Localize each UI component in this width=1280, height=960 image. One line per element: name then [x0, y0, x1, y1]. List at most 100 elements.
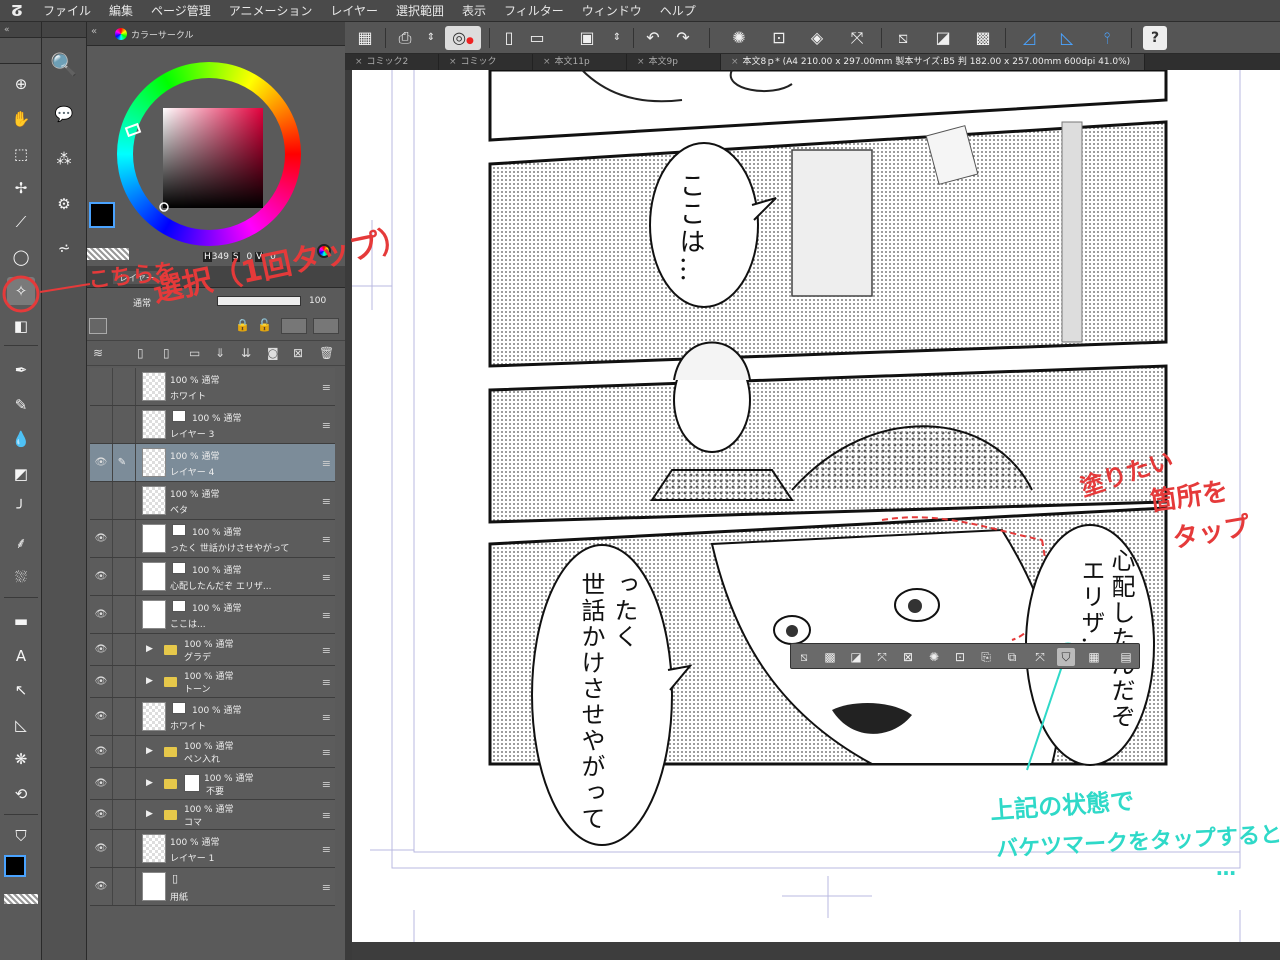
invert-selection-icon[interactable]: ◪: [931, 26, 955, 50]
merge-down-icon[interactable]: ⇊: [241, 346, 251, 360]
layer-row[interactable]: 👁 ▶ 100 % 通常 グラデ ≡: [90, 634, 335, 666]
edit-pen-icon[interactable]: ✎: [116, 457, 128, 469]
lock-icon[interactable]: 🔒: [235, 318, 250, 332]
tab-page9[interactable]: × 本文9p: [627, 54, 721, 70]
eyedropper-tool-icon[interactable]: ⟋: [7, 208, 35, 236]
fb-tone-icon[interactable]: ▦: [1085, 648, 1103, 666]
redo-icon[interactable]: ↷: [671, 26, 695, 50]
eye-icon[interactable]: 👁: [94, 644, 108, 656]
reference-icon[interactable]: [313, 318, 339, 334]
layout-icon[interactable]: ▦: [353, 26, 377, 50]
eye-icon[interactable]: 👁: [94, 609, 108, 621]
delete-layer-icon[interactable]: 🗑: [319, 346, 334, 360]
layer-row[interactable]: 👁 ▶ 100 % 通常 トーン ≡: [90, 666, 335, 698]
eye-icon[interactable]: 👁: [94, 843, 108, 855]
fb-shrink-icon[interactable]: ⊠: [899, 648, 917, 666]
fb-copy-icon[interactable]: ⎘: [977, 648, 995, 666]
opacity-value[interactable]: 100: [309, 296, 326, 306]
canvas-area[interactable]: ここは… 心配したんだぞ エリザ… ったく 世話かけさせやがって: [352, 70, 1280, 942]
clip-icon[interactable]: [281, 318, 307, 334]
layer-menu-icon[interactable]: ≡: [322, 457, 331, 470]
layer-menu-icon[interactable]: ≡: [322, 609, 331, 622]
eye-icon[interactable]: 👁: [94, 571, 108, 583]
eye-icon[interactable]: 👁: [94, 778, 108, 790]
print-icon[interactable]: ⎙: [393, 26, 417, 50]
line-tool-icon[interactable]: ╯: [7, 494, 35, 522]
companion-icon[interactable]: ◎●: [445, 26, 481, 50]
menu-filter[interactable]: フィルター: [495, 0, 573, 22]
fb-paste-icon[interactable]: ⧉: [1003, 648, 1021, 666]
fb-fill-bucket-icon[interactable]: ⛉: [1057, 648, 1075, 666]
layer-menu-icon[interactable]: ≡: [322, 881, 331, 894]
select-all-icon[interactable]: ▩: [971, 26, 995, 50]
layer-menu-icon[interactable]: ≡: [322, 644, 331, 657]
save-icon[interactable]: ▣: [575, 26, 599, 50]
new-vector-layer-icon[interactable]: ▯: [163, 346, 170, 360]
layer-menu-icon[interactable]: ≡: [322, 495, 331, 508]
blend-tool-icon[interactable]: 💧: [7, 425, 35, 453]
folder-toggle-icon[interactable]: ▶: [146, 746, 153, 756]
eye-icon[interactable]: 👁: [94, 676, 108, 688]
new-folder-icon[interactable]: ▭: [189, 346, 200, 360]
layer-menu-icon[interactable]: ≡: [322, 571, 331, 584]
layer-menu-icon[interactable]: ≡: [322, 533, 331, 546]
layer-menu-icon[interactable]: ≡: [322, 843, 331, 856]
main-color-swatch[interactable]: [4, 855, 26, 877]
deselect-icon[interactable]: ⧅: [891, 26, 915, 50]
hand-tool-icon[interactable]: ✋: [7, 105, 35, 133]
layer-menu-icon[interactable]: ≡: [322, 419, 331, 432]
manga-page[interactable]: [352, 70, 1280, 942]
move-tool-icon[interactable]: ✢: [7, 174, 35, 202]
layer-row-selected[interactable]: 👁 ✎ 100 % 通常 レイヤー 4 ≡: [90, 444, 335, 482]
tab-page8[interactable]: × 本文8ｐ* (A4 210.00 x 297.00mm 製本サイズ:B5 判 …: [721, 54, 1146, 70]
fill-bucket-tool-icon[interactable]: ⛉: [7, 822, 35, 850]
ruler-tool-icon[interactable]: ◺: [7, 711, 35, 739]
color-wheel-tab-icon[interactable]: [115, 28, 127, 40]
pen-tool-icon[interactable]: ✒: [7, 356, 35, 384]
grid-snap-icon[interactable]: ⫯: [1095, 26, 1119, 50]
brush-size-icon[interactable]: ⩫: [50, 234, 78, 262]
new-raster-layer-icon[interactable]: ▯: [137, 346, 144, 360]
layer-row[interactable]: 👁 ▶ 100 % 通常 ペン入れ ≡: [90, 736, 335, 768]
fb-invert-icon[interactable]: ◪: [847, 648, 865, 666]
stepper2-icon[interactable]: ⇕: [605, 26, 629, 50]
help-icon[interactable]: ?: [1143, 26, 1167, 50]
menu-layer[interactable]: レイヤー: [321, 0, 387, 22]
folder-toggle-icon[interactable]: ▶: [146, 778, 153, 788]
fb-deselect-icon[interactable]: ⧅: [795, 648, 813, 666]
object-tool-icon[interactable]: ⬚: [7, 140, 35, 168]
menu-view[interactable]: 表示: [453, 0, 495, 22]
clear-icon[interactable]: ✺: [727, 26, 751, 50]
menu-file[interactable]: ファイル: [34, 0, 100, 22]
open-folder-icon[interactable]: ▭: [525, 26, 549, 50]
pencil-tool-icon[interactable]: ✎: [7, 391, 35, 419]
fb-select-all-icon[interactable]: ▩: [821, 648, 839, 666]
decoration-tool-icon[interactable]: ❋: [7, 745, 35, 773]
undo-icon[interactable]: ↶: [641, 26, 665, 50]
layer-row[interactable]: 👁 100 % 通常 レイヤー 1 ≡: [90, 830, 335, 868]
transfer-down-icon[interactable]: ⇓: [215, 346, 225, 360]
blend-mode-select[interactable]: 通常: [133, 296, 151, 309]
sub-tool-tab-icon[interactable]: 💬: [50, 100, 78, 128]
airbrush-tool-icon[interactable]: ⛆: [7, 563, 35, 591]
color-wheel[interactable]: [117, 62, 301, 246]
eye-icon[interactable]: 👁: [94, 809, 108, 821]
tab-page11[interactable]: × 本文11p: [533, 54, 627, 70]
eye-icon[interactable]: 👁: [94, 457, 108, 469]
folder-toggle-icon[interactable]: ▶: [146, 809, 153, 819]
tool-settings-icon[interactable]: ⚙: [50, 190, 78, 218]
balloon-tool-icon[interactable]: ↖: [7, 676, 35, 704]
new-file-icon[interactable]: ▯: [497, 26, 521, 50]
layer-menu-icon[interactable]: ≡: [322, 809, 331, 822]
layer-menu-icon[interactable]: ≡: [322, 381, 331, 394]
special-ruler-icon[interactable]: ◺: [1055, 26, 1079, 50]
transform-icon[interactable]: ⤧: [845, 26, 869, 50]
layer-stack-icon[interactable]: ≋: [93, 346, 103, 360]
cp-main-color[interactable]: [89, 202, 115, 228]
fb-expand-icon[interactable]: ⤧: [873, 648, 891, 666]
layer-row[interactable]: 👁 100 % 通常 ったく 世話かけさせやがって ≡: [90, 520, 335, 558]
stepper-icon[interactable]: ⇕: [419, 26, 443, 50]
layer-row[interactable]: 100 % 通常 ホワイト ≡: [90, 368, 335, 406]
layer-row[interactable]: 100 % 通常 ベタ ≡: [90, 482, 335, 520]
apply-mask-icon[interactable]: ⊠: [293, 346, 303, 360]
